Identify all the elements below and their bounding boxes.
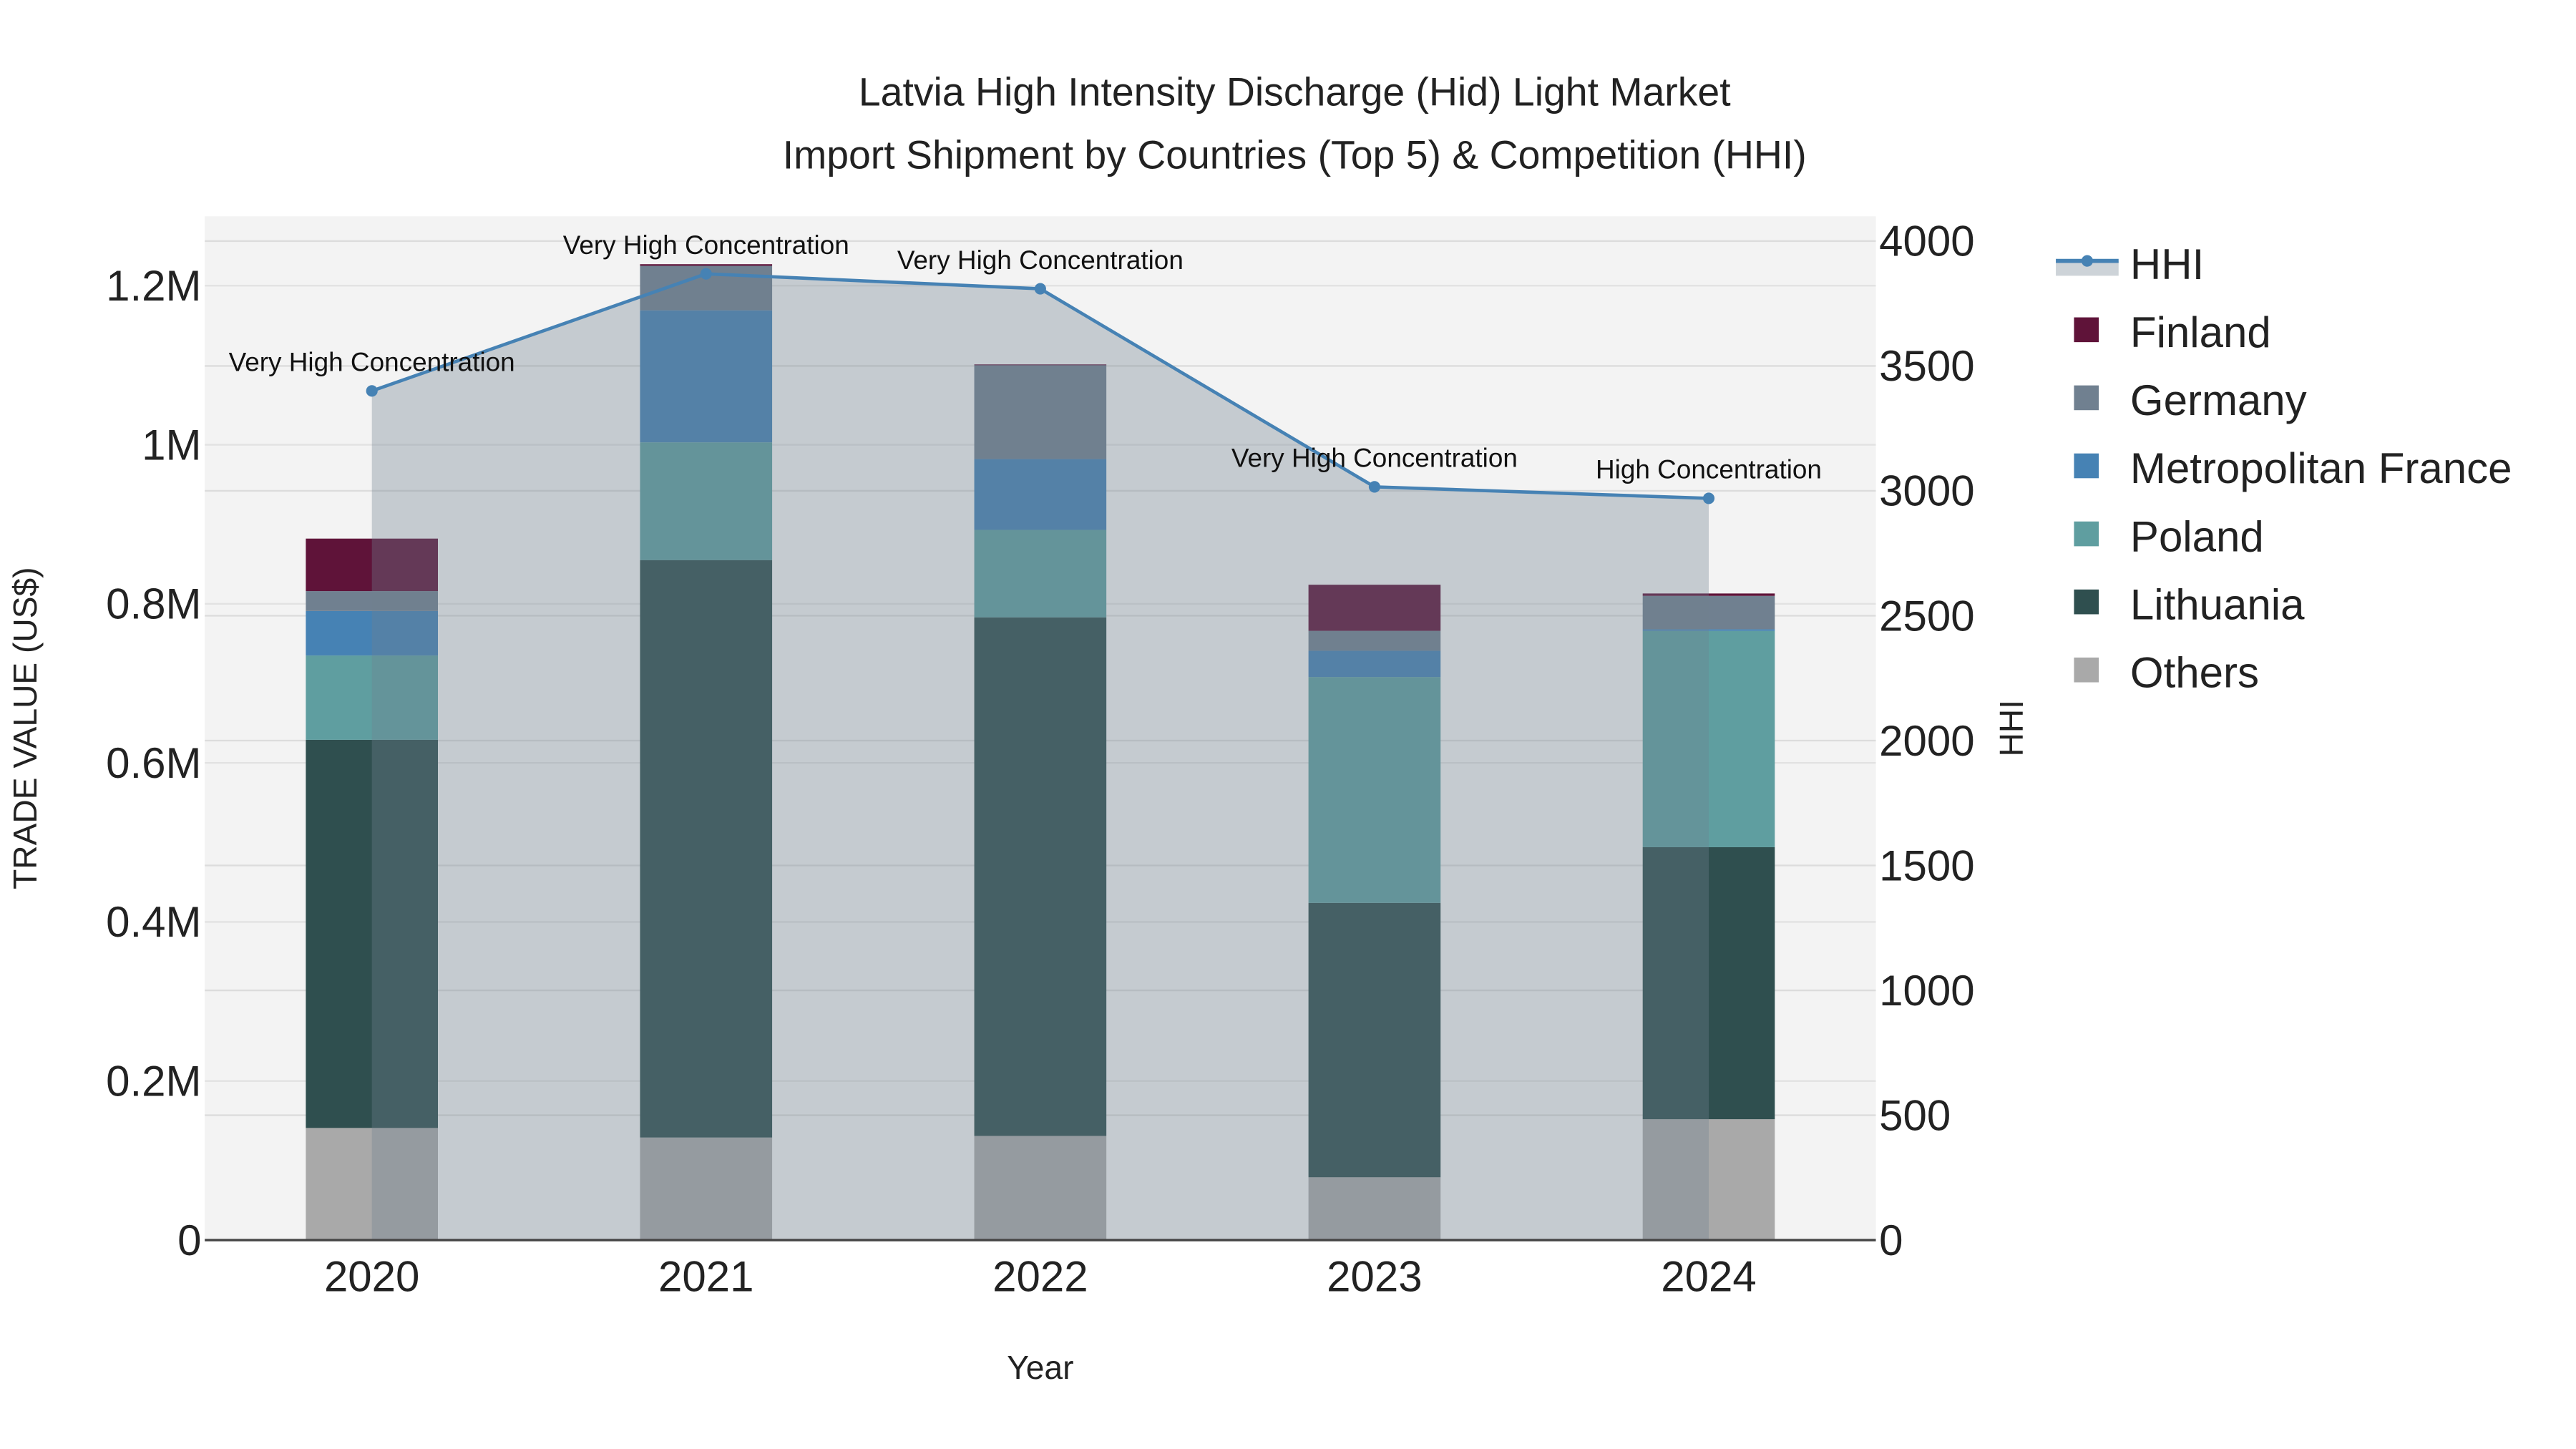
legend-label: Others (2130, 648, 2259, 696)
x-tick-label: 2021 (658, 1253, 753, 1301)
x-tick-label: 2024 (1661, 1253, 1756, 1301)
legend-swatch-metropolitan-france (2074, 453, 2099, 479)
chart-title-line2: Import Shipment by Countries (Top 5) & C… (783, 132, 1807, 177)
y-tick-label: 1M (142, 421, 201, 469)
legend-swatch-germany (2074, 385, 2099, 411)
hhi-annotation-2020: Very High Concentration (229, 348, 515, 377)
hhi-point-2022 (1034, 283, 1046, 295)
x-tick-label: 2020 (324, 1253, 419, 1301)
bar-finland-2021 (640, 264, 773, 266)
x-tick-label: 2022 (992, 1253, 1088, 1301)
legend-swatch-others (2074, 657, 2099, 683)
y2-tick-label: 0 (1879, 1216, 1903, 1264)
legend-label: HHI (2130, 240, 2204, 288)
y2-tick-label: 4000 (1879, 218, 1974, 265)
legend-swatch-finland (2074, 317, 2099, 343)
hhi-annotation-2024: High Concentration (1596, 455, 1822, 484)
chart-title-line1: Latvia High Intensity Discharge (Hid) Li… (859, 70, 1731, 114)
legend-label: Poland (2130, 512, 2264, 560)
legend-swatch-poland (2074, 521, 2099, 547)
hhi-point-2021 (700, 268, 712, 280)
y-tick-label: 0.4M (106, 898, 201, 946)
chart: Latvia High Intensity Discharge (Hid) Li… (6, 70, 2512, 1386)
y2-tick-label: 3500 (1879, 342, 1974, 390)
x-axis-label: Year (1007, 1349, 1073, 1386)
hhi-point-2024 (1702, 492, 1715, 504)
legend-label: Finland (2130, 308, 2271, 356)
y2-tick-label: 2500 (1879, 592, 1974, 640)
legend: HHI Finland Germany Metropolitan France Pola… (2056, 240, 2512, 696)
legend-label: Lithuania (2130, 580, 2305, 628)
hhi-point-2023 (1368, 481, 1380, 493)
hhi-point-2020 (366, 385, 378, 397)
y-tick-label: 1.2M (106, 262, 201, 310)
y-tick-label: 0.2M (106, 1058, 201, 1106)
y-tick-label: 0 (177, 1216, 201, 1264)
legend-swatch-lithuania (2074, 589, 2099, 615)
y-axis-label: TRADE VALUE (US$) (6, 567, 44, 889)
y2-axis-label: HHI (1993, 700, 2030, 756)
legend-label: Germany (2130, 376, 2307, 424)
hhi-annotation-2023: Very High Concentration (1231, 444, 1518, 473)
hhi-annotation-2022: Very High Concentration (897, 245, 1184, 275)
x-axis-ticks: 2020 2021 2022 2023 2024 (324, 1253, 1757, 1301)
y2-tick-label: 1500 (1879, 841, 1974, 889)
y-tick-label: 0.6M (106, 739, 201, 787)
legend-hhi-marker (2081, 255, 2093, 267)
y-tick-label: 0.8M (106, 580, 201, 628)
y2-tick-label: 500 (1879, 1091, 1951, 1139)
y-axis-ticks: 0 0.2M 0.4M 0.6M 0.8M 1M 1.2M (106, 262, 201, 1264)
y2-axis-ticks: 0 500 1000 1500 2000 2500 3000 3500 4000 (1879, 218, 1974, 1264)
hhi-annotation-2021: Very High Concentration (563, 230, 849, 260)
y2-tick-label: 3000 (1879, 467, 1974, 515)
x-tick-label: 2023 (1327, 1253, 1422, 1301)
y2-tick-label: 1000 (1879, 967, 1974, 1015)
y2-tick-label: 2000 (1879, 717, 1974, 765)
legend-label: Metropolitan France (2130, 444, 2512, 492)
